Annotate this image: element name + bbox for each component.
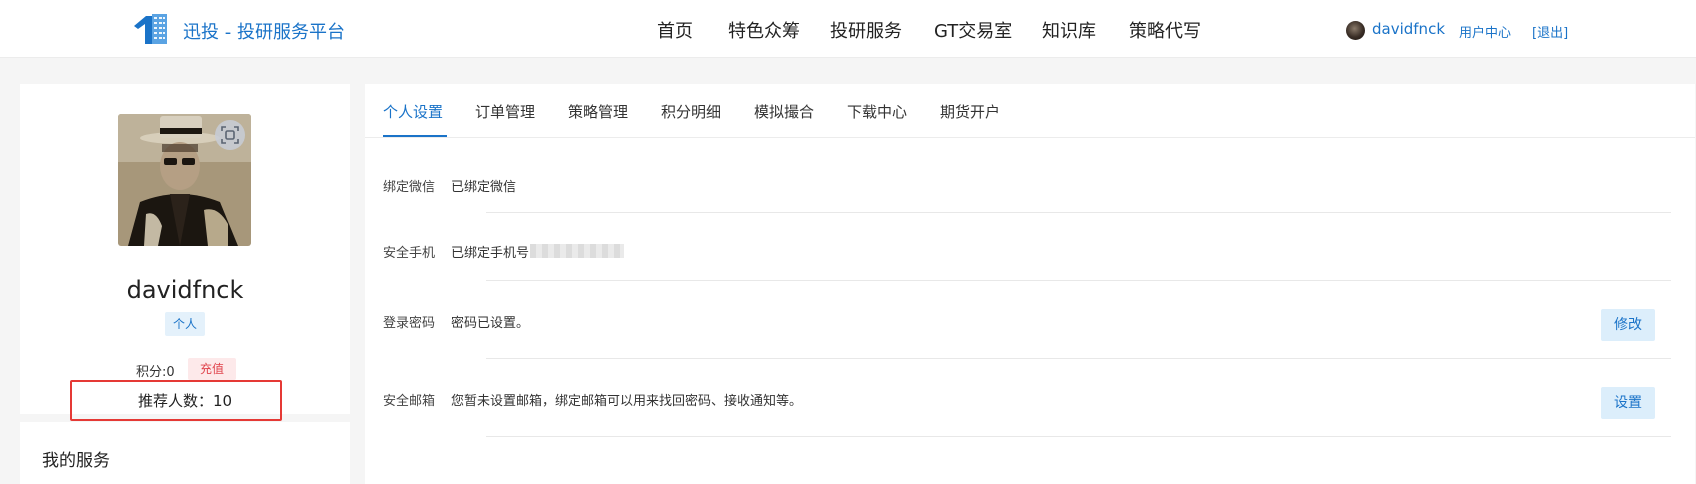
wechat-status: 已绑定微信 [451,180,517,195]
top-header: 迅投 - 投研服务平台 首页 特色众筹 投研服务 GT交易室 知识库 策略代写 … [0,0,1696,58]
row-divider [486,358,1671,359]
brand-logo-icon[interactable] [130,10,170,50]
services-title: 我的服务 [42,451,110,471]
account-type-badge: 个人 [165,312,205,336]
set-email-button[interactable]: 设置 [1601,387,1655,419]
tab-points-detail[interactable]: 积分明细 [661,101,721,122]
nav-item-crowdfunding[interactable]: 特色众筹 [728,17,800,43]
phone-label: 安全手机 [383,246,436,261]
wechat-label: 绑定微信 [383,180,436,195]
header-username[interactable]: davidfnck [1372,20,1445,38]
email-status: 您暂未设置邮箱，绑定邮箱可以用来找回密码、接收通知等。 [451,394,803,409]
nav-item-strategy-writing[interactable]: 策略代写 [1129,17,1201,43]
tab-download-center[interactable]: 下载中心 [847,101,907,122]
modify-password-button[interactable]: 修改 [1601,309,1655,341]
tab-bar: 个人设置 订单管理 策略管理 积分明细 模拟撮合 下载中心 期货开户 [365,84,1695,138]
profile-card: davidfnck 个人 积分:0 充值 推荐人数：10 [20,84,350,414]
user-avatar[interactable] [1346,21,1365,40]
user-center-link[interactable]: 用户中心 [1459,22,1511,41]
tab-futures-account[interactable]: 期货开户 [940,101,1000,122]
tab-personal-settings[interactable]: 个人设置 [383,101,443,122]
nav-item-research[interactable]: 投研服务 [830,17,902,43]
password-status: 密码已设置。 [451,316,530,331]
settings-panel: 个人设置 订单管理 策略管理 积分明细 模拟撮合 下载中心 期货开户 绑定微信 … [365,84,1695,484]
nav-item-gt-trading[interactable]: GT交易室 [934,17,1012,43]
masked-phone-number [530,244,624,258]
highlight-annotation-box [70,380,282,421]
nav-item-knowledge[interactable]: 知识库 [1042,17,1096,43]
brand-name[interactable]: 迅投 - 投研服务平台 [183,18,345,44]
tab-order-management[interactable]: 订单管理 [475,101,535,122]
scan-icon[interactable] [215,120,245,150]
recharge-button[interactable]: 充值 [188,358,236,380]
tab-strategy-management[interactable]: 策略管理 [568,101,628,122]
row-divider [486,436,1671,437]
tab-simulated-matching[interactable]: 模拟撮合 [754,101,814,122]
nav-item-home[interactable]: 首页 [657,17,693,43]
email-label: 安全邮箱 [383,394,436,409]
profile-username: davidfnck [126,276,244,304]
logout-link[interactable]: [退出] [1532,22,1568,41]
points-value: 积分:0 [136,365,175,380]
password-label: 登录密码 [383,316,436,331]
row-divider [486,280,1671,281]
active-tab-indicator [383,135,447,137]
row-divider [486,212,1671,213]
services-card: 我的服务 [20,422,350,484]
phone-status: 已绑定手机号: [451,246,534,261]
